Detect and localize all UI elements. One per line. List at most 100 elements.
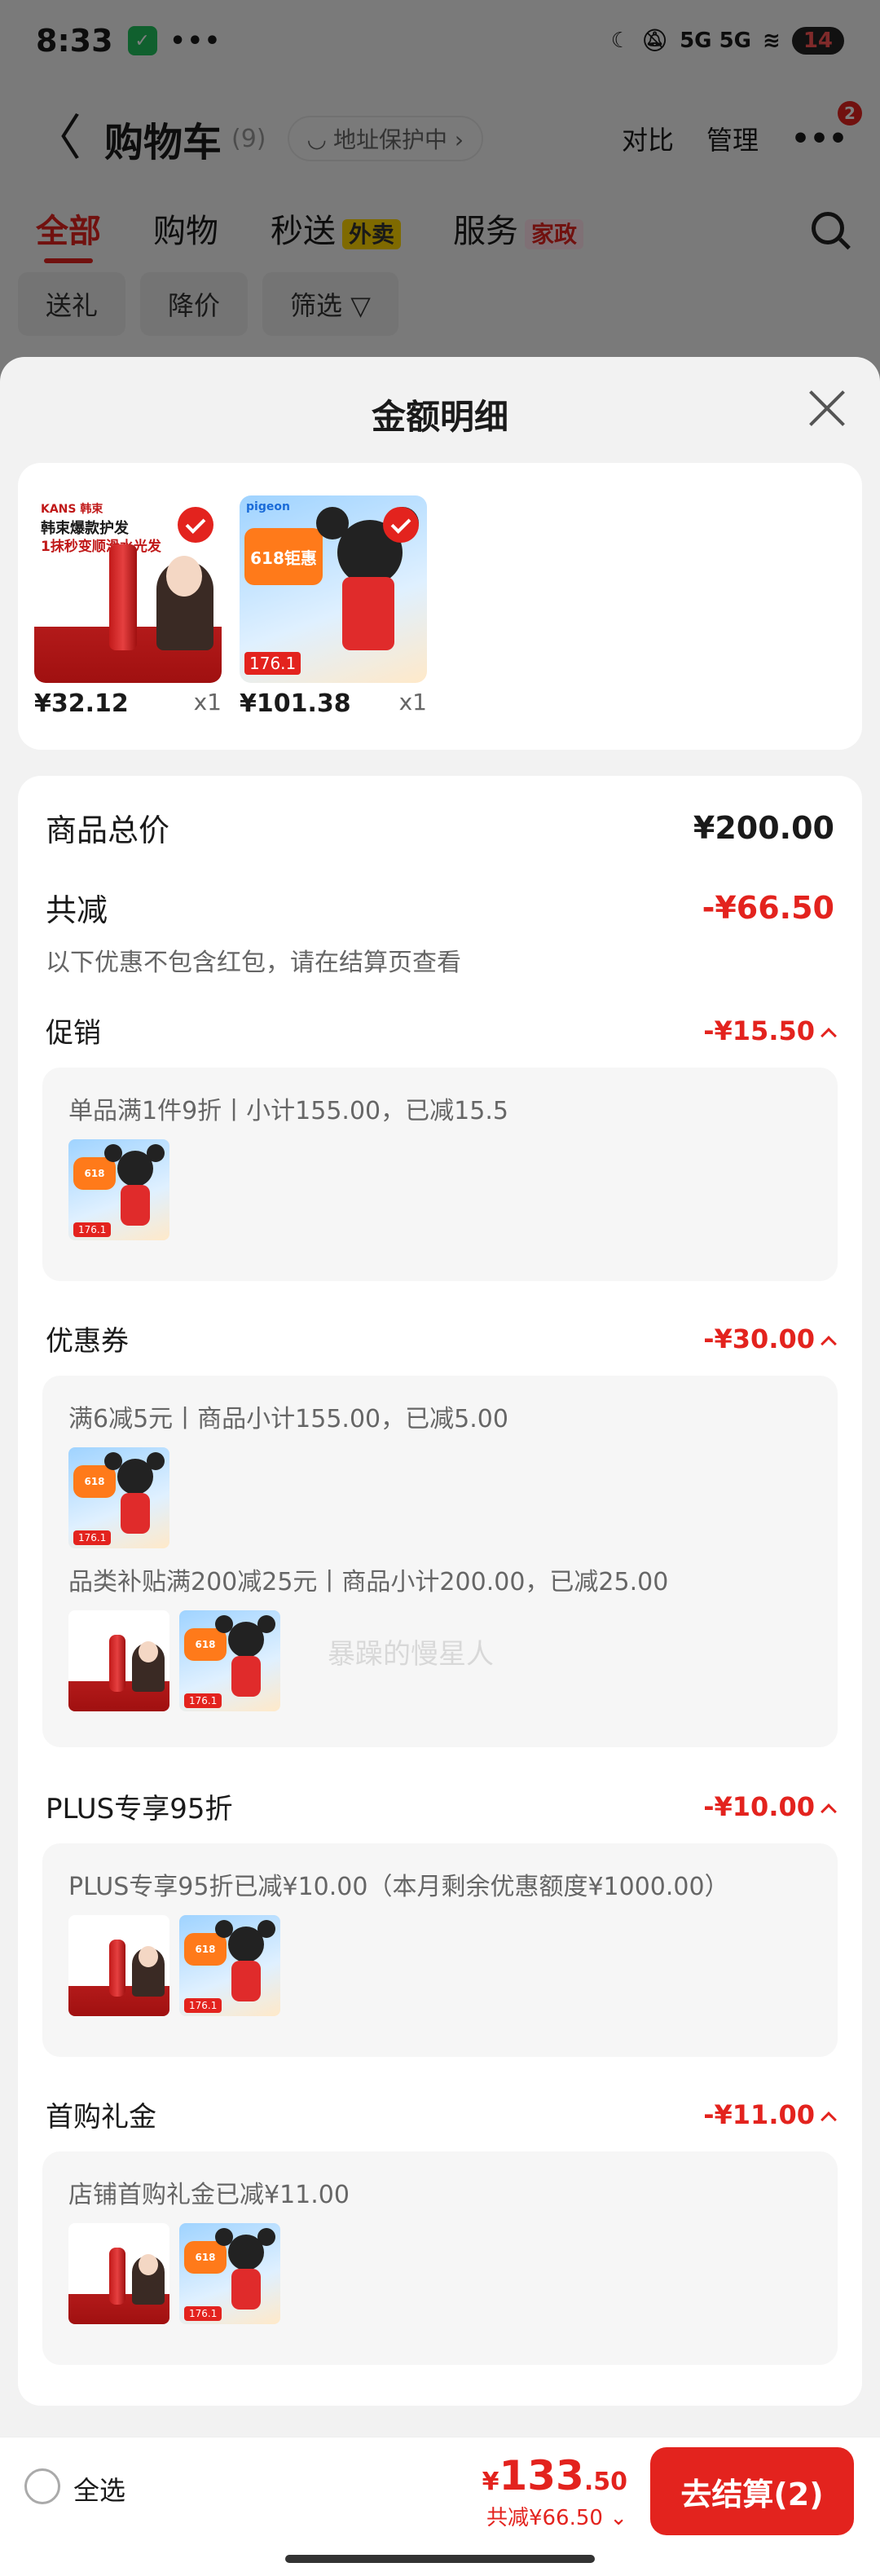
- thumb-line2: 1抹秒变顺滑水光发: [41, 539, 161, 555]
- bottle-body: [231, 2269, 261, 2310]
- section-amount: -¥30.00: [703, 1323, 815, 1354]
- bottle-image: [109, 1940, 125, 1997]
- bottle-body: [121, 1185, 150, 1226]
- saved-amount-toggle[interactable]: 共减¥66.50 ⌄: [482, 2501, 627, 2531]
- model-face: [139, 1641, 158, 1662]
- section-amount: -¥11.00: [703, 2098, 815, 2130]
- section-amount: -¥15.50: [703, 1015, 815, 1046]
- total-label: 商品总价: [46, 812, 170, 848]
- amount-integer: 133: [499, 2452, 584, 2499]
- chevron-up-icon: [821, 2111, 837, 2128]
- mini-thumbnails: 618 176.1: [68, 1139, 812, 1240]
- discount-value: -¥66.50: [702, 889, 834, 926]
- sheet-title: 金额明细: [371, 397, 508, 437]
- section-header-plus[interactable]: PLUS专享95折 -¥10.00: [46, 1786, 837, 1826]
- amount-decimal: .50: [583, 2468, 627, 2496]
- watermark: 暴躁的慢星人: [328, 1638, 494, 1671]
- bottle-body: [121, 1493, 150, 1534]
- mini-promo: 618: [184, 1628, 227, 1661]
- plus-detail-box: PLUS专享95折已减¥10.00（本月剩余优惠额度¥1000.00） 618 1…: [42, 1843, 838, 2057]
- mini-thumbnail-kans: [68, 1610, 169, 1711]
- bottle-body: [231, 1961, 261, 2001]
- coupon-detail-box: 满6减5元丨商品小计155.00，已减5.00 618 176.1 品类补贴满20…: [42, 1376, 838, 1747]
- mini-thumbnail-pigeon: 618 176.1: [179, 1610, 280, 1711]
- first-purchase-detail-box: 店铺首购礼金已减¥11.00 618 176.1: [42, 2151, 838, 2365]
- chevron-up-icon: [821, 1335, 837, 1352]
- amount-breakdown-card: 商品总价 ¥200.00 共减 -¥66.50 以下优惠不包含红包，请在结算页查…: [18, 776, 862, 2406]
- mini-thumbnail-pigeon: 618 176.1: [68, 1139, 169, 1240]
- section-amount: -¥10.00: [703, 1790, 815, 1822]
- model-face: [139, 1946, 158, 1967]
- checked-icon[interactable]: [178, 507, 213, 543]
- mini-price: 176.1: [184, 1998, 222, 2013]
- discount-row: 共减 -¥66.50: [46, 885, 834, 930]
- detail-line: 品类补贴满200减25元丨商品小计200.00，已减25.00: [68, 1568, 669, 1596]
- goods-qty: x1: [398, 689, 427, 716]
- amount-detail-sheet: 金额明细 KANS 韩束 韩束爆款护发 1抹秒变顺滑水光发 ¥32.12 x1 …: [0, 357, 880, 2576]
- total-value: ¥200.00: [693, 809, 834, 846]
- mini-thumbnails: 618 176.1: [68, 1915, 812, 2016]
- close-icon[interactable]: [807, 388, 847, 429]
- thumb-brand: KANS 韩束: [41, 503, 103, 516]
- section-label: 首购礼金: [46, 2101, 156, 2133]
- section-value: -¥10.00: [703, 1790, 837, 1822]
- mini-promo: 618: [73, 1157, 116, 1190]
- select-all-radio[interactable]: [24, 2468, 60, 2504]
- checkout-button[interactable]: 去结算(2): [650, 2447, 854, 2535]
- mini-price: 176.1: [73, 1530, 112, 1545]
- mini-promo: 618: [73, 1465, 116, 1498]
- detail-line: PLUS专享95折已减¥10.00（本月剩余优惠额度¥1000.00）: [68, 1873, 729, 1901]
- mini-price: 176.1: [184, 1693, 222, 1708]
- discount-label: 共减: [46, 892, 108, 928]
- goods-qty: x1: [193, 689, 222, 716]
- goods-item[interactable]: pigeon 618钜惠 176.1 ¥101.38 x1: [240, 495, 427, 718]
- section-label: 优惠券: [46, 1325, 129, 1358]
- goods-item[interactable]: KANS 韩束 韩束爆款护发 1抹秒变顺滑水光发 ¥32.12 x1: [34, 495, 222, 718]
- model-face: [166, 556, 202, 597]
- promo-badge: 618钜惠: [244, 528, 323, 585]
- section-value: -¥30.00: [703, 1323, 837, 1354]
- product-thumbnail-kans: KANS 韩束 韩束爆款护发 1抹秒变顺滑水光发: [34, 495, 222, 683]
- select-all-label[interactable]: 全选: [73, 2470, 125, 2508]
- thumb-price: 176.1: [244, 652, 301, 675]
- discount-note: 以下优惠不包含红包，请在结算页查看: [46, 949, 461, 977]
- checked-icon[interactable]: [383, 507, 419, 543]
- mini-thumbnails: 618 176.1: [68, 1447, 812, 1548]
- mouse-image: [117, 1459, 153, 1495]
- section-label: PLUS专享95折: [46, 1793, 233, 1825]
- mini-thumbnail-pigeon: 618 176.1: [68, 1447, 169, 1548]
- detail-line: 店铺首购礼金已减¥11.00: [68, 2181, 350, 2209]
- mini-thumbnail-kans: [68, 2223, 169, 2324]
- home-indicator[interactable]: [285, 2555, 595, 2563]
- mini-price: 176.1: [184, 2306, 222, 2321]
- promotion-detail-box: 单品满1件9折丨小计155.00，已减15.5 618 176.1: [42, 1068, 838, 1281]
- chevron-up-icon: [821, 1027, 837, 1044]
- section-header-first-purchase[interactable]: 首购礼金 -¥11.00: [46, 2094, 837, 2134]
- currency-symbol: ¥: [482, 2468, 499, 2496]
- mini-thumbnails: 618 176.1: [68, 2223, 812, 2324]
- bottle-image: [109, 544, 137, 650]
- bottle-image: [109, 2248, 125, 2305]
- total-row: 商品总价 ¥200.00: [46, 805, 834, 850]
- mini-thumbnail-pigeon: 618 176.1: [179, 2223, 280, 2324]
- mini-thumbnail-pigeon: 618 176.1: [179, 1915, 280, 2016]
- model-face: [139, 2254, 158, 2275]
- bottle-image: [109, 1635, 125, 1692]
- mini-price: 176.1: [73, 1222, 112, 1237]
- product-thumbnail-pigeon: pigeon 618钜惠 176.1: [240, 495, 427, 683]
- section-header-promotion[interactable]: 促销 -¥15.50: [46, 1011, 837, 1050]
- mouse-image: [228, 2235, 264, 2270]
- thumb-brand: pigeon: [246, 500, 290, 513]
- mouse-image: [228, 1926, 264, 1962]
- modal-overlay[interactable]: [0, 0, 880, 383]
- detail-line: 满6减5元丨商品小计155.00，已减5.00: [68, 1405, 508, 1433]
- mouse-image: [117, 1151, 153, 1187]
- section-value: -¥11.00: [703, 2098, 837, 2130]
- section-header-coupon[interactable]: 优惠券 -¥30.00: [46, 1319, 837, 1358]
- section-label: 促销: [46, 1017, 101, 1050]
- selected-goods-card: KANS 韩束 韩束爆款护发 1抹秒变顺滑水光发 ¥32.12 x1 pigeo…: [18, 463, 862, 750]
- mini-promo: 618: [184, 1933, 227, 1966]
- detail-line: 单品满1件9折丨小计155.00，已减15.5: [68, 1097, 508, 1125]
- bottle-body: [342, 577, 394, 650]
- total-amount: ¥133.50 共减¥66.50 ⌄: [482, 2452, 627, 2531]
